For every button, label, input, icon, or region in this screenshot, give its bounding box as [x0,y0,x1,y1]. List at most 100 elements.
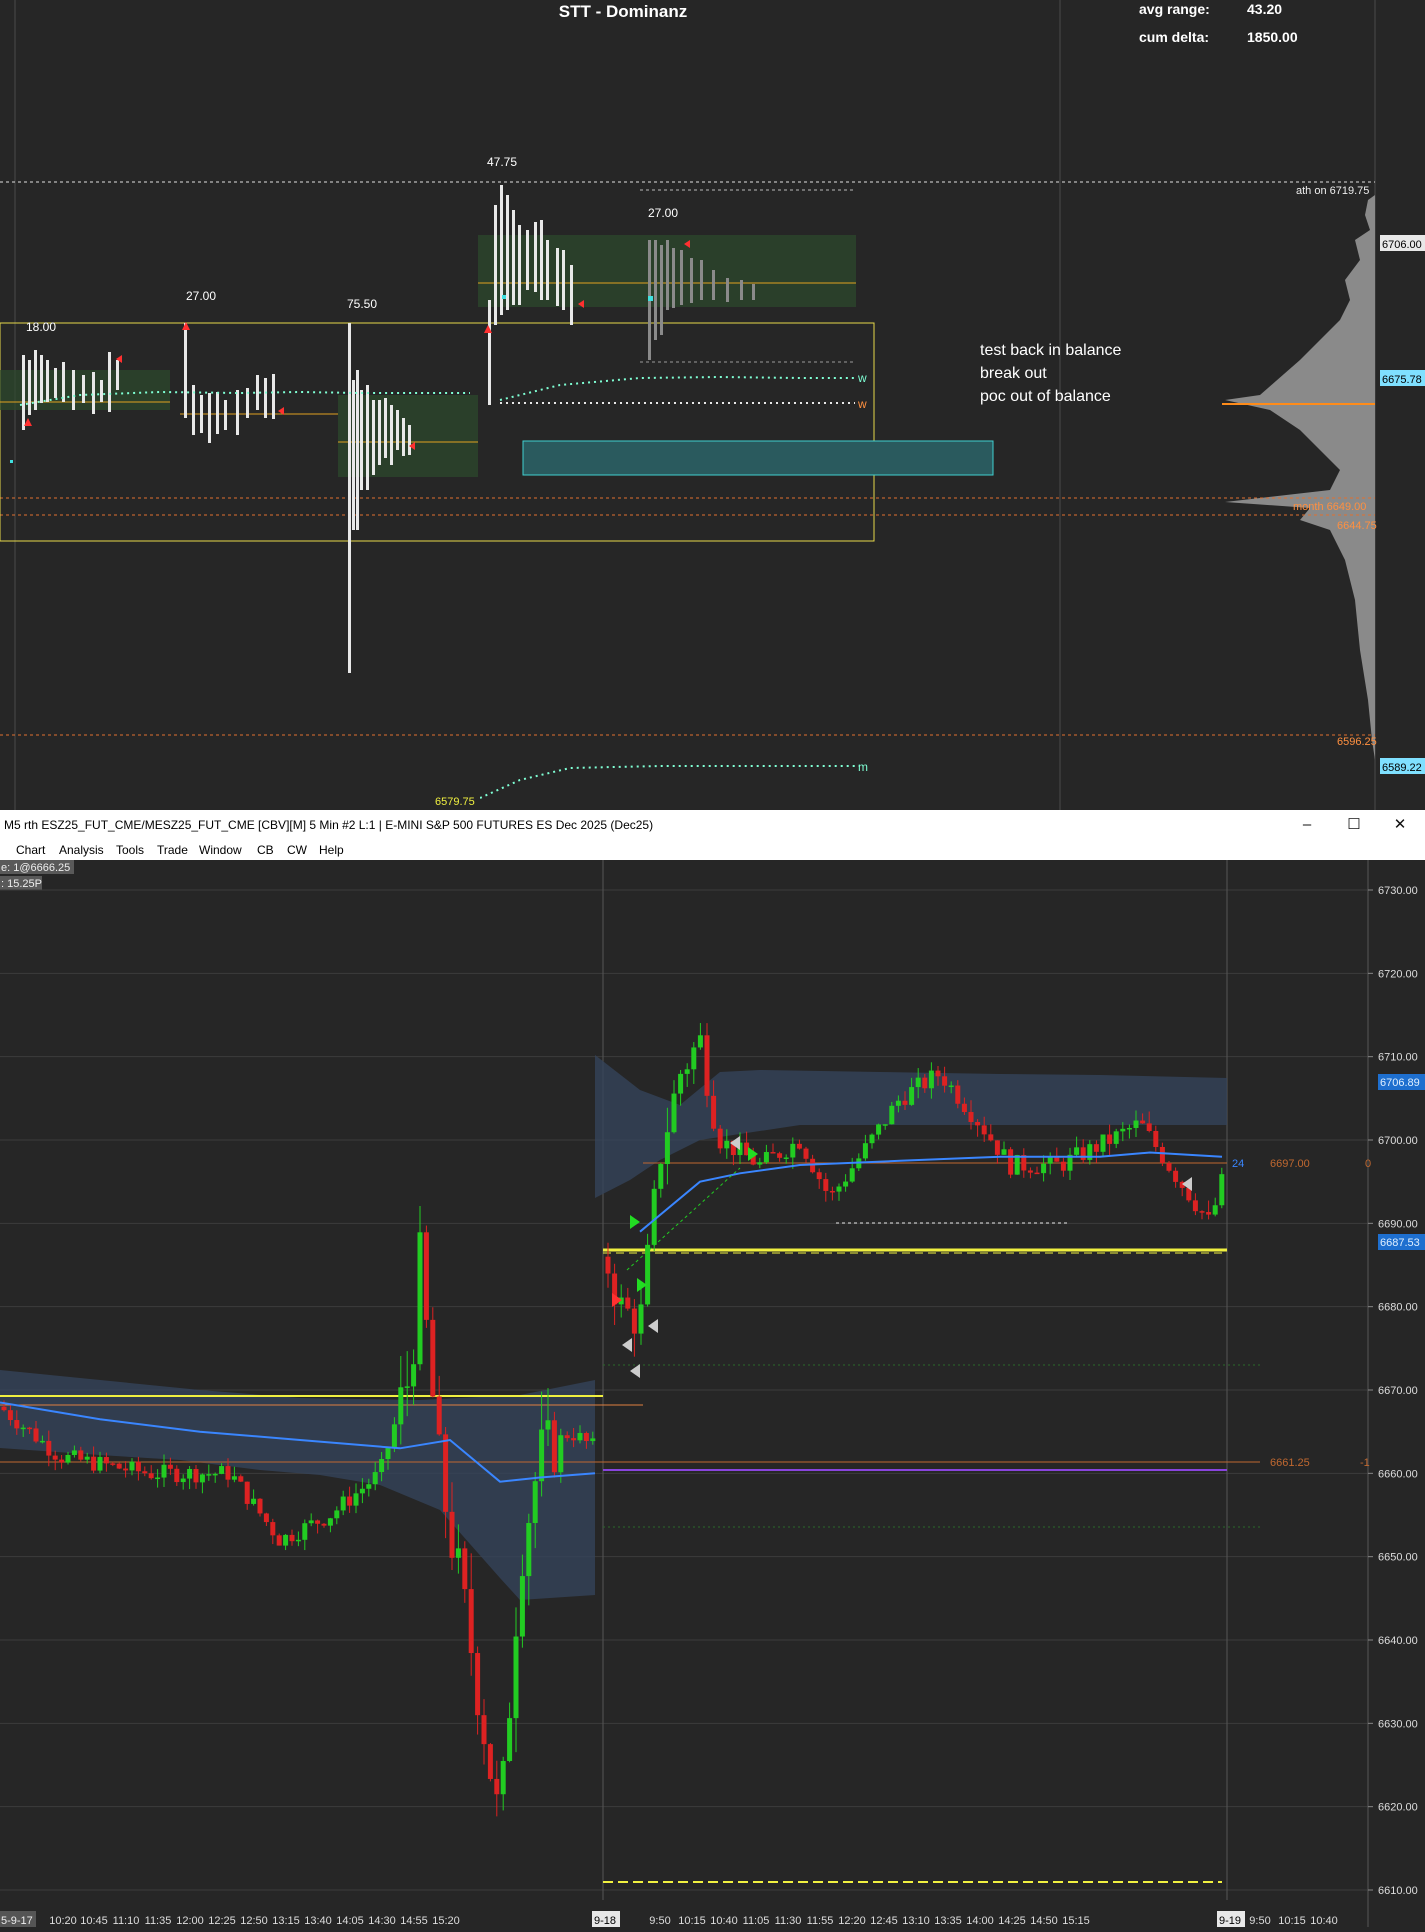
menu-trade[interactable]: Trade [157,843,188,857]
candle-body [631,1308,637,1334]
candle-body [283,1534,289,1546]
candle-body [449,1511,455,1558]
candle-body [862,1143,868,1159]
menu-analysis[interactable]: Analysis [59,843,104,857]
candle-body [1,1406,7,1411]
candle-body [803,1148,809,1159]
candle-body [97,1457,103,1471]
window-title: M5 rth ESZ25_FUT_CME/MESZ25_FUT_CME [CBV… [4,818,654,832]
menu-help[interactable]: Help [319,843,344,857]
candle-body [1212,1205,1218,1215]
candle-body [577,1433,583,1441]
x-tick-label: 12:45 [870,1915,898,1927]
candle-body [385,1447,391,1460]
x-tick-label: 13:15 [272,1915,300,1927]
candle-body [625,1297,631,1309]
candle-body [443,1434,449,1512]
candle-body [671,1093,677,1133]
candle-body [161,1464,167,1478]
price-tag-upper: 6706.00 [1382,239,1422,251]
candle-body [129,1461,135,1471]
candle-body [27,1427,33,1430]
x-tick-label: 13:10 [902,1915,930,1927]
candle-body [14,1420,20,1429]
candle-body [638,1304,644,1334]
menu-chart[interactable]: Chart [16,843,45,857]
y-tick-label: 6700.00 [1378,1135,1418,1147]
price-tag-middle: 6675.78 [1382,374,1422,386]
candlestick-chart[interactable]: e: 1@6666.25 : 15.25P 24 6697.00 0 6661.… [0,860,1425,1927]
candle-body [1126,1127,1132,1130]
price-tag-lower: 6589.22 [1382,762,1422,774]
menu-cw[interactable]: CW [287,843,307,857]
x-tick-label: 11:30 [775,1915,802,1927]
candle-body [455,1548,461,1558]
candle-body [605,1256,611,1274]
candle-body [889,1105,895,1125]
candle-body [711,1095,717,1129]
candle-body [494,1778,500,1795]
menu-tools[interactable]: Tools [116,843,144,857]
candle-body [583,1433,589,1442]
candle-body [849,1168,855,1182]
candle-body [1159,1146,1165,1164]
candle-body [1014,1155,1020,1175]
candle-body [836,1186,842,1192]
candle-body [942,1076,948,1086]
candle-body [65,1454,71,1463]
candle-body [507,1718,513,1761]
candle-body [955,1085,961,1104]
candle-body [922,1077,928,1089]
candle-body [231,1476,237,1480]
x-tick-label: 9:50 [649,1915,670,1927]
candle-body [174,1468,180,1483]
vwap-marker-3: m [858,760,868,774]
y-tick-label: 6710.00 [1378,1052,1418,1064]
level-6661-right: -1 [1360,1457,1370,1469]
candle-body [251,1498,257,1504]
candle-body [1041,1163,1047,1174]
candle-body [379,1459,385,1473]
candle-body [975,1122,981,1126]
candle-body [1074,1147,1080,1155]
market-profile-chart[interactable]: STT - Dominanz avg range: 43.20 cum delt… [0,0,1425,810]
avg-range-value: 43.20 [1247,1,1282,17]
close-icon[interactable]: ✕ [1378,812,1422,838]
candle-body [289,1534,295,1542]
candle-body [167,1464,173,1469]
candle-body [1107,1134,1113,1144]
info-badge-range: : 15.25P [1,878,42,890]
candle-body [135,1461,141,1472]
candle-body [1206,1212,1212,1215]
x-tick-label: 10:20 [49,1915,77,1927]
menu-window[interactable]: Window [199,843,242,857]
low2-label: 6596.25 [1337,736,1377,748]
chart-title: STT - Dominanz [559,2,687,21]
month-label: month 6649.00 [1293,501,1366,513]
maximize-icon[interactable]: ☐ [1332,812,1376,838]
candle-body [270,1522,276,1536]
candle-body [276,1535,282,1546]
candle-body [142,1471,148,1474]
candle-body [39,1440,45,1443]
info-badge-fill: e: 1@6666.25 [1,862,70,874]
menu-cb[interactable]: CB [257,843,274,857]
low1-label: 6644.75 [1337,520,1377,532]
x-tick-label: 11:35 [145,1915,172,1927]
minimize-icon[interactable]: – [1285,812,1329,838]
candle-body [988,1134,994,1141]
candle-body [539,1429,545,1482]
candle-body [404,1386,410,1388]
candle-body [33,1428,39,1442]
candle-body [658,1164,664,1189]
candle-body [545,1420,551,1430]
candle-body [1199,1211,1205,1213]
window-titlebar[interactable]: M5 rth ESZ25_FUT_CME/MESZ25_FUT_CME [CBV… [0,810,1425,840]
candle-body [91,1456,97,1471]
candle-body [257,1498,263,1514]
candle-body [532,1481,538,1523]
candle-body [315,1520,321,1524]
range-label-3: 75.50 [347,297,377,311]
x-tick-label: 12:20 [838,1915,866,1927]
candle-body [651,1188,657,1245]
